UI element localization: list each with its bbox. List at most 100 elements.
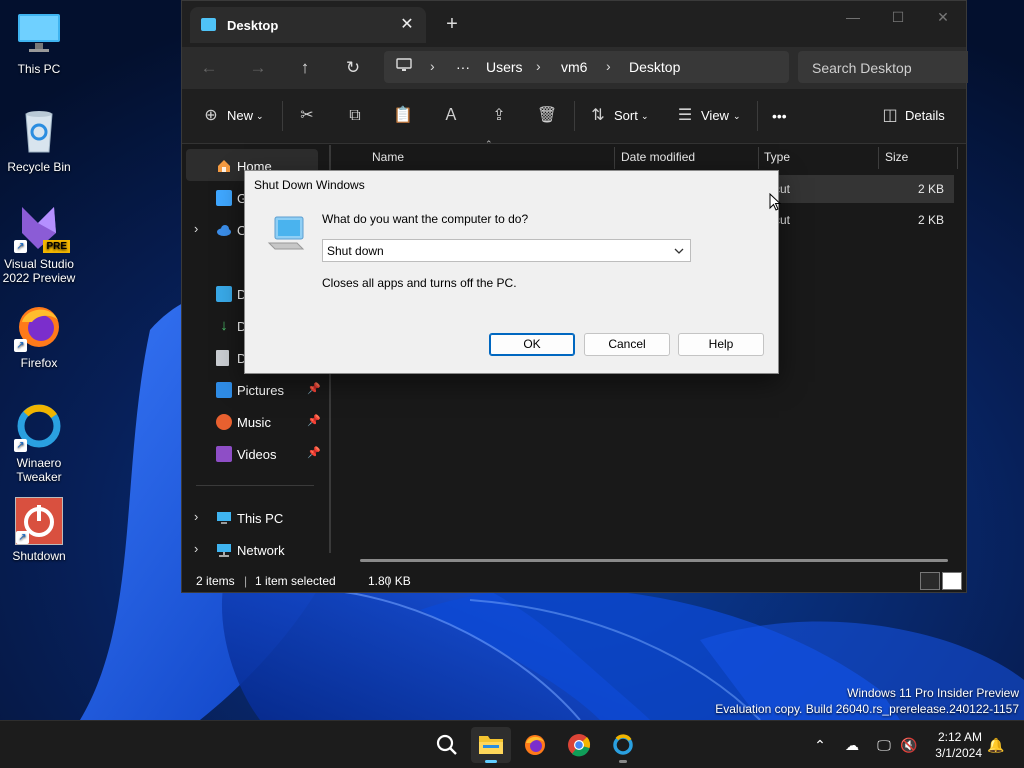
breadcrumb-overflow[interactable]: ···	[456, 59, 470, 75]
pin-icon[interactable]: 📌	[307, 414, 321, 427]
shutdown-option-select[interactable]: Shut down	[322, 239, 691, 262]
rename-icon[interactable]: Ａ	[439, 104, 463, 128]
more-options-button[interactable]: •••	[772, 105, 787, 129]
details-pane-icon: ◫	[882, 107, 898, 124]
ok-button[interactable]: OK	[489, 333, 575, 356]
nav-item-this-pc[interactable]: › This PC	[182, 503, 322, 535]
shutdown-dialog[interactable]: Shut Down Windows What do you want the c…	[244, 170, 779, 374]
column-size[interactable]: Size	[885, 150, 908, 164]
address-row: ← → ↑ ↻ › ··· Users › vm6 › Desktop Sear…	[182, 47, 968, 89]
share-icon[interactable]: ⇪	[487, 104, 511, 128]
status-selection: 1 item selected	[255, 574, 336, 588]
system-clock[interactable]: 2:12 AM 3/1/2024	[924, 729, 982, 761]
nav-item-videos[interactable]: Videos 📌	[182, 439, 322, 471]
view-button[interactable]: View	[701, 105, 729, 129]
desktop-icon-label: Firefox	[20, 356, 58, 370]
refresh-icon[interactable]: ↻	[340, 55, 366, 81]
breadcrumb-desktop[interactable]: Desktop	[629, 59, 680, 75]
taskbar-chrome[interactable]	[559, 727, 599, 763]
copy-icon[interactable]: ⧉	[343, 104, 367, 128]
music-icon	[216, 414, 232, 430]
desktop-icon-visual-studio[interactable]: PRE ↗ Visual Studio 2022 Preview	[0, 203, 78, 285]
taskbar: ⌃ ☁ 🖵 🔇 2:12 AM 3/1/2024 🔔	[0, 720, 1024, 768]
command-bar: ⊕ New ⌄ ✂ ⧉ 📋 Ａ ⇪ 🗑 ⇅ Sort ⌄ ☰ View ⌄ ••…	[182, 89, 966, 144]
paste-icon[interactable]: 📋	[391, 104, 415, 128]
column-divider[interactable]	[878, 147, 879, 169]
plus-icon[interactable]: +	[440, 13, 464, 37]
up-arrow-icon[interactable]: ↑	[292, 55, 318, 81]
details-button[interactable]: Details	[905, 105, 945, 129]
help-button[interactable]: Help	[678, 333, 764, 356]
shortcut-arrow-icon: ↗	[14, 240, 27, 253]
sort-icon: ⇅	[591, 107, 605, 124]
recycle-bin-icon	[14, 106, 64, 156]
taskbar-winaero-tweaker[interactable]	[603, 727, 643, 763]
option-description: Closes all apps and turns off the PC.	[322, 276, 517, 290]
selected-option: Shut down	[327, 244, 384, 258]
desktop-icon-winaero-tweaker[interactable]: ↗ Winaero Tweaker	[0, 402, 78, 484]
taskbar-firefox[interactable]	[515, 727, 555, 763]
tab-desktop[interactable]: Desktop ✕	[190, 7, 426, 43]
notification-bell-icon[interactable]: 🔔	[986, 735, 1006, 755]
breadcrumb-vm6[interactable]: vm6	[561, 59, 587, 75]
nav-item-network[interactable]: › Network	[182, 535, 322, 567]
desktop-icon-this-pc[interactable]: This PC	[0, 8, 78, 76]
document-icon	[216, 350, 229, 366]
pin-icon[interactable]: 📌	[307, 446, 321, 459]
delete-icon[interactable]: 🗑	[535, 104, 559, 128]
address-bar[interactable]: › ··· Users › vm6 › Desktop	[384, 51, 789, 83]
minimize-icon[interactable]: —	[830, 7, 876, 29]
shortcut-arrow-icon: ↗	[16, 531, 29, 544]
chevron-down-icon	[674, 248, 684, 254]
search-input[interactable]: Search Desktop	[798, 51, 968, 83]
column-date-modified[interactable]: Date modified	[621, 150, 695, 164]
column-type[interactable]: Type	[764, 150, 790, 164]
nav-item-pictures[interactable]: Pictures 📌	[182, 375, 322, 407]
volume-muted-icon[interactable]: 🔇	[899, 735, 919, 755]
tiles-view-icon[interactable]	[942, 572, 962, 590]
sort-ascending-icon: ⌃	[485, 139, 493, 149]
maximize-icon[interactable]: ☐	[875, 7, 921, 29]
close-icon[interactable]: ✕	[396, 14, 418, 36]
power-icon: ↗	[15, 497, 63, 545]
sort-button[interactable]: Sort	[614, 105, 638, 129]
window-close-icon[interactable]: ✕	[920, 7, 966, 29]
network-icon[interactable]: 🖵	[874, 735, 894, 755]
forward-arrow-icon[interactable]: →	[245, 55, 271, 81]
desktop-icon-shutdown[interactable]: ↗ Shutdown	[0, 497, 78, 563]
monitor-icon	[217, 512, 231, 524]
desktop-icon-label: This PC	[17, 62, 61, 76]
column-divider[interactable]	[957, 147, 958, 169]
horizontal-scrollbar[interactable]	[360, 559, 948, 562]
cancel-button[interactable]: Cancel	[584, 333, 670, 356]
chevron-up-icon[interactable]: ⌃	[810, 735, 830, 755]
breadcrumb-users[interactable]: Users	[486, 59, 523, 75]
new-button[interactable]: New	[227, 105, 253, 129]
desktop-icon-recycle-bin[interactable]: Recycle Bin	[0, 106, 78, 174]
column-divider[interactable]	[758, 147, 759, 169]
videos-icon	[216, 446, 232, 462]
back-arrow-icon[interactable]: ←	[196, 55, 222, 81]
taskbar-search[interactable]	[427, 727, 467, 763]
status-divider: |	[387, 574, 391, 588]
column-name[interactable]: Name	[372, 150, 404, 164]
folder-icon	[479, 736, 503, 754]
active-indicator	[485, 760, 497, 763]
chevron-right-icon: ›	[194, 541, 199, 556]
onedrive-offline-icon[interactable]: ☁	[842, 735, 862, 755]
desktop-icon-firefox[interactable]: ↗ Firefox	[0, 302, 78, 370]
toolbar-divider	[757, 101, 758, 131]
chevron-right-icon: ›	[194, 221, 199, 236]
details-view-icon[interactable]	[920, 572, 940, 590]
running-indicator	[619, 760, 627, 763]
watermark-build: Evaluation copy. Build 26040.rs_prerelea…	[715, 702, 1019, 716]
nav-item-music[interactable]: Music 📌	[182, 407, 322, 439]
taskbar-file-explorer[interactable]	[471, 727, 511, 763]
status-item-count: 2 items	[196, 574, 235, 588]
column-divider[interactable]	[614, 147, 615, 169]
winaero-tweaker-icon: ↗	[14, 402, 64, 452]
pin-icon[interactable]: 📌	[307, 382, 321, 395]
dialog-question: What do you want the computer to do?	[322, 212, 529, 226]
nav-label: Music	[237, 415, 271, 430]
cut-icon[interactable]: ✂	[295, 104, 319, 128]
